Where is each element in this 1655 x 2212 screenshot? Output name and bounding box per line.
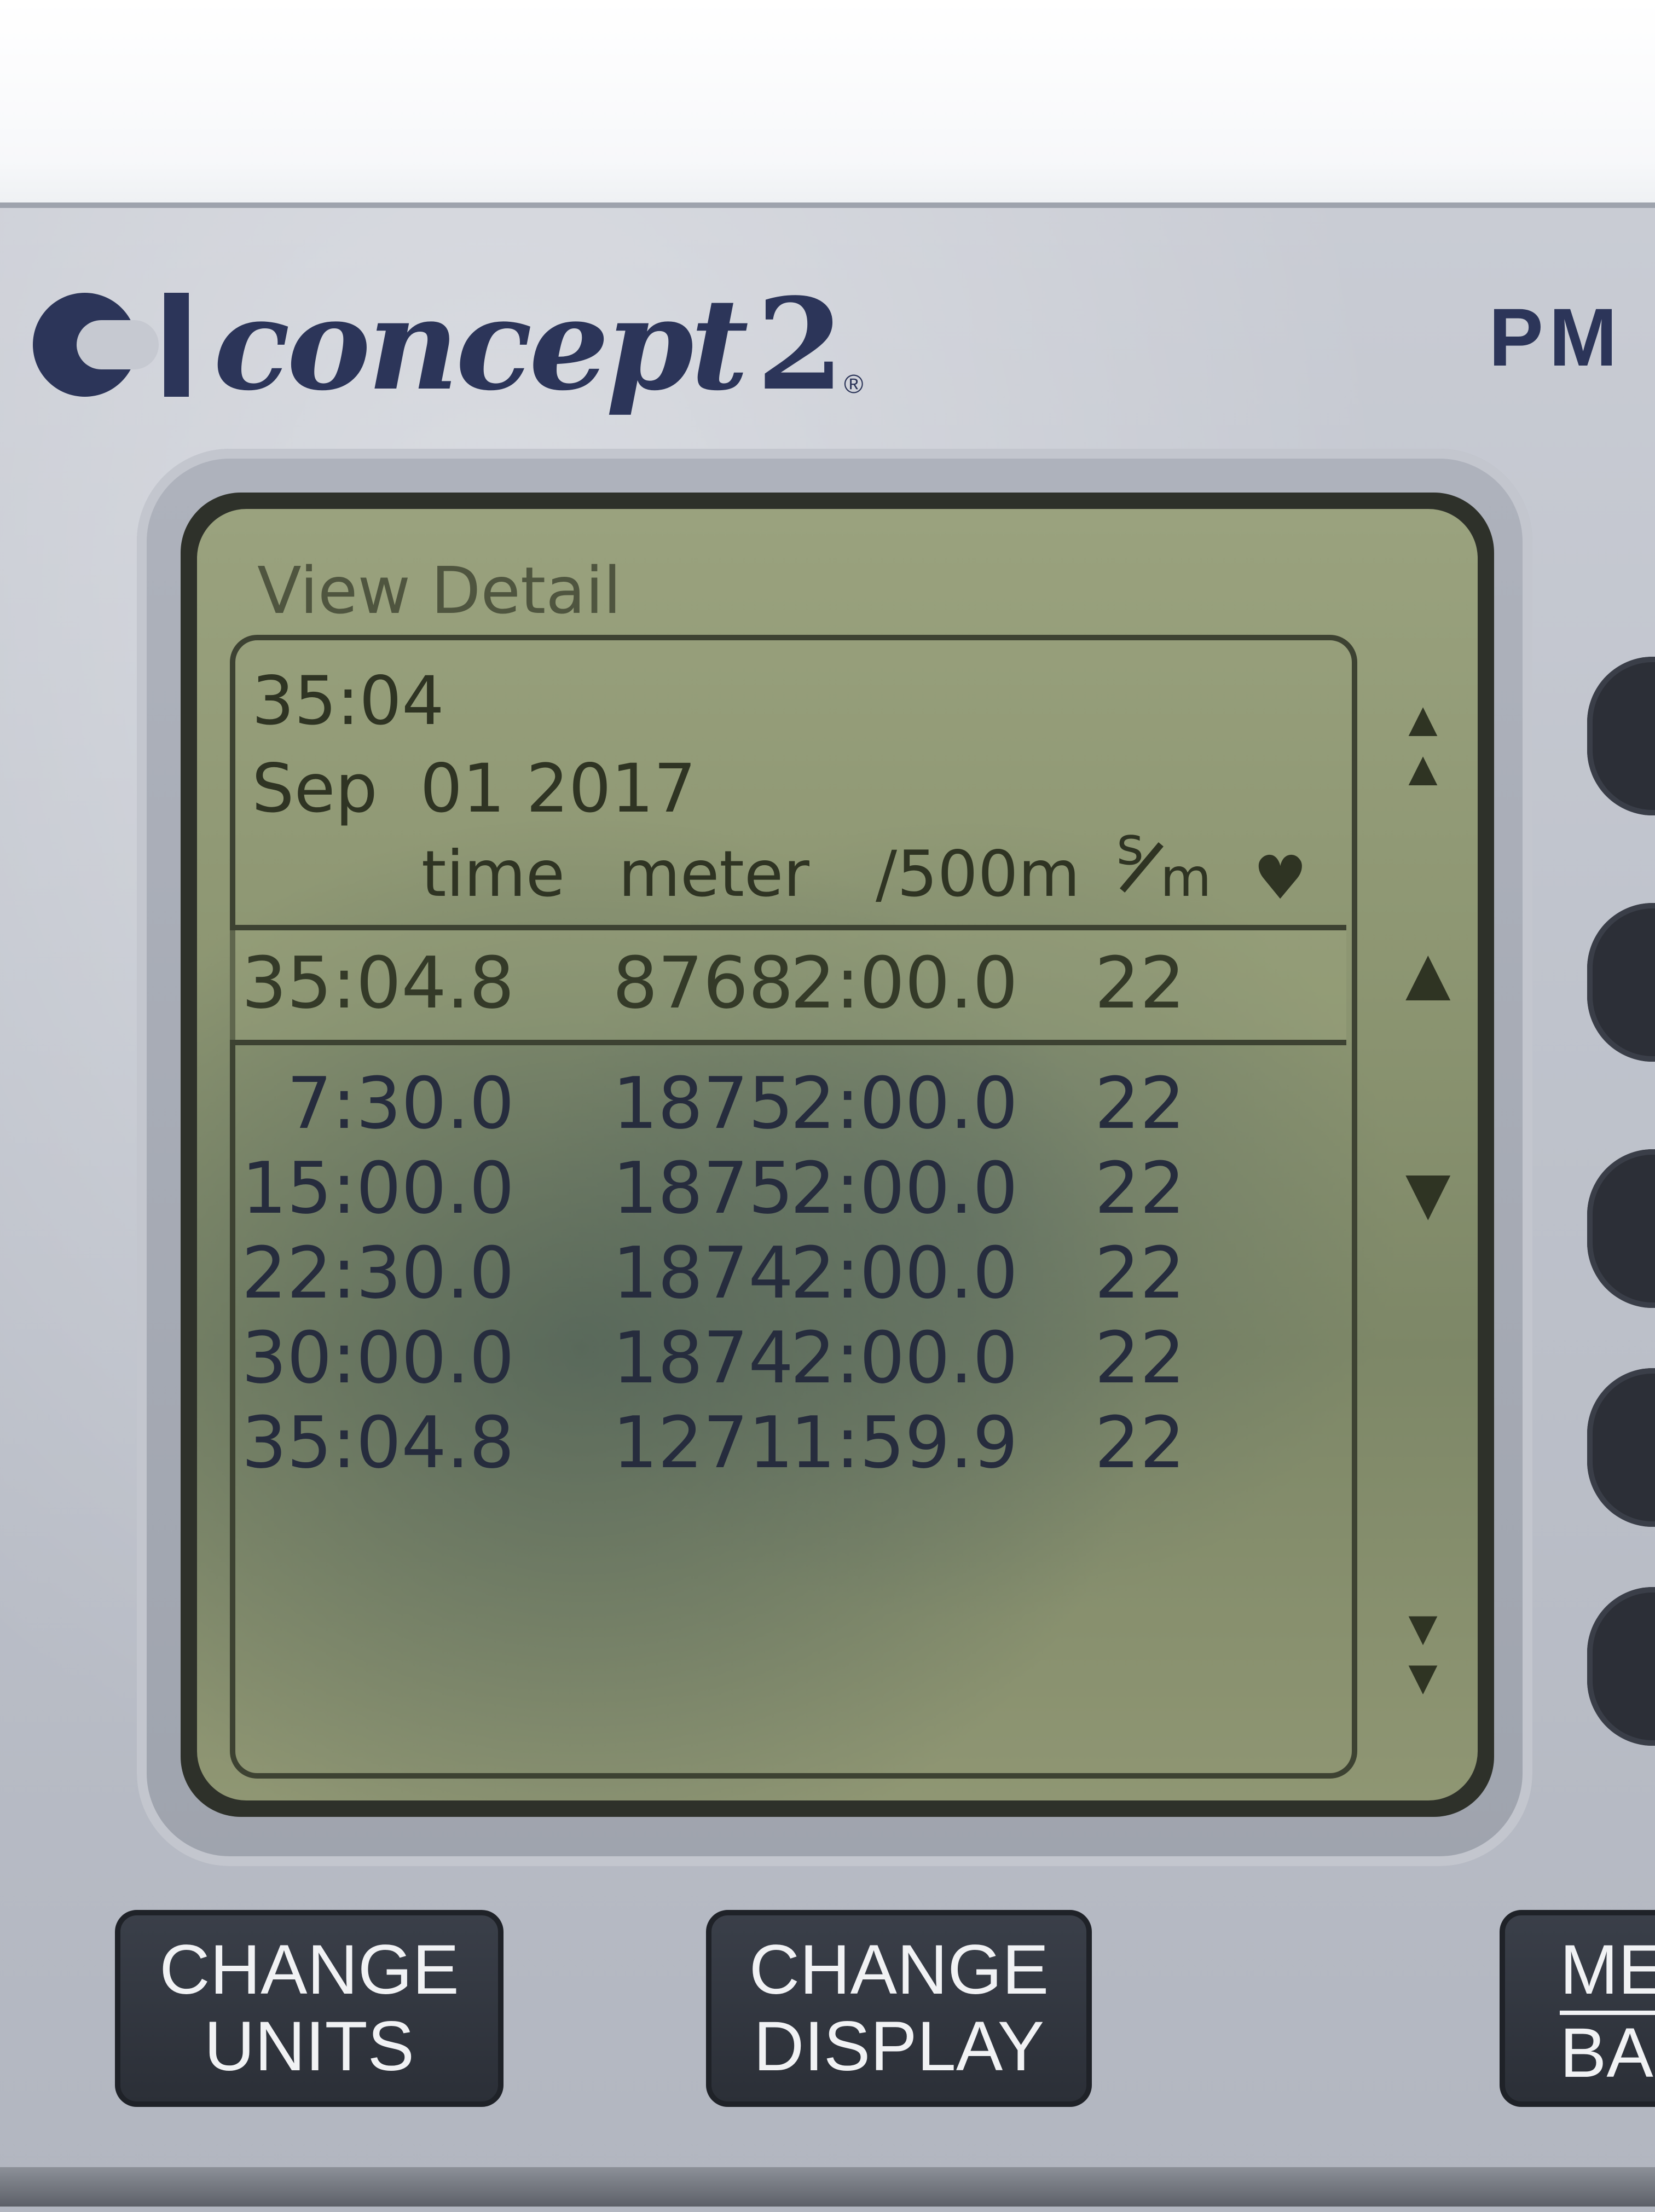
split-time: 7:30.0 [287, 1062, 514, 1145]
total-meter: 8768 [612, 941, 794, 1024]
split-row[interactable]: 7:30.0 1875 2:00.0 22 [197, 1062, 1346, 1145]
split-stroke-rate: 22 [1095, 1062, 1185, 1145]
total-pace: 2:00.0 [790, 941, 1018, 1024]
change-units-button[interactable]: CHANGE UNITS [115, 1910, 504, 2107]
lcd-screen: View Detail 35:04 Sep 01 2017 time meter… [197, 509, 1478, 1800]
brand-logo: concept2 ® [22, 271, 864, 419]
bottom-edge [0, 2167, 1655, 2207]
split-pace: 2:00.0 [790, 1062, 1018, 1145]
concept2-logo-mark [22, 282, 208, 408]
model-label: PM [1489, 291, 1623, 383]
brand-name: concept2 [213, 271, 844, 419]
split-meter: 1874 [612, 1316, 794, 1399]
split-row[interactable]: 30:00.0 1874 2:00.0 22 [197, 1316, 1346, 1399]
split-meter: 1875 [612, 1062, 794, 1145]
heart-icon: ♥ [1253, 843, 1307, 913]
split-time: 15:00.0 [241, 1146, 514, 1230]
split-meter: 1271 [612, 1401, 794, 1484]
total-time: 35:04.8 [241, 941, 514, 1024]
total-stroke-rate: 22 [1095, 941, 1185, 1024]
workout-duration: 35:04 [252, 662, 444, 740]
page-up-icon[interactable]: ▲ ▲ [1390, 695, 1456, 794]
column-header-pace: /500m [876, 837, 1080, 911]
split-row[interactable]: 15:00.0 1875 2:00.0 22 [197, 1146, 1346, 1230]
column-header-stroke-rate: s m [1116, 815, 1212, 908]
split-pace: 2:00.0 [790, 1146, 1018, 1230]
workout-date: Sep 01 2017 [252, 750, 697, 827]
split-pace: 1:59.9 [790, 1401, 1018, 1484]
split-stroke-rate: 22 [1095, 1401, 1185, 1484]
split-stroke-rate: 22 [1095, 1316, 1185, 1399]
split-row[interactable]: 22:30.0 1874 2:00.0 22 [197, 1231, 1346, 1315]
split-time: 30:00.0 [241, 1316, 514, 1399]
total-row[interactable]: 35:04.8 8768 2:00.0 22 [197, 941, 1346, 1024]
background [0, 0, 1655, 230]
column-header-time: time [421, 837, 565, 911]
split-time: 35:04.8 [241, 1401, 514, 1484]
split-pace: 2:00.0 [790, 1316, 1018, 1399]
column-header-meter: meter [618, 837, 809, 911]
split-time: 22:30.0 [241, 1231, 514, 1315]
change-display-button[interactable]: CHANGE DISPLAY [706, 1910, 1092, 2107]
page-down-icon[interactable]: ▼ ▼ [1390, 1603, 1456, 1702]
line-down-icon[interactable]: ▼ [1390, 1155, 1466, 1231]
split-stroke-rate: 22 [1095, 1146, 1185, 1230]
menu-back-button[interactable]: ME BA [1500, 1910, 1655, 2107]
split-meter: 1875 [612, 1146, 794, 1230]
line-up-icon[interactable]: ▲ [1390, 936, 1466, 1012]
split-meter: 1874 [612, 1231, 794, 1315]
split-row[interactable]: 35:04.8 1271 1:59.9 22 [197, 1401, 1346, 1484]
registered-mark: ® [844, 370, 864, 399]
screen-title: View Detail [257, 553, 622, 628]
split-stroke-rate: 22 [1095, 1231, 1185, 1315]
split-pace: 2:00.0 [790, 1231, 1018, 1315]
